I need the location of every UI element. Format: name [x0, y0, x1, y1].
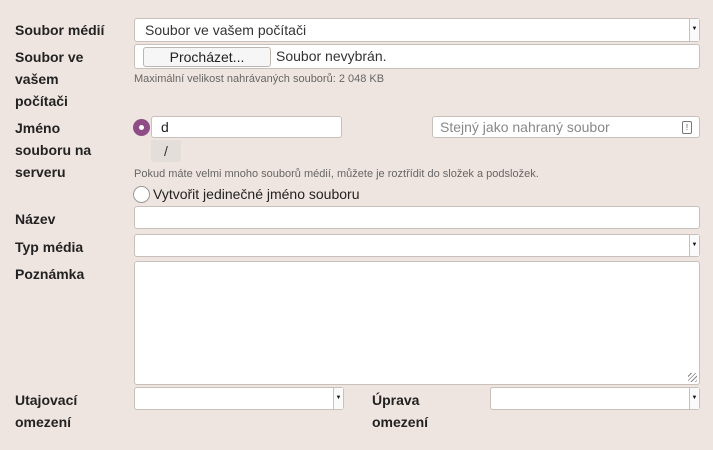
confidentiality-label-line1: Utajovací	[15, 392, 78, 408]
radio-folder-option[interactable]	[133, 119, 150, 136]
local-file-label-line1: Soubor ve	[15, 49, 84, 65]
local-file-label: Soubor ve vašem počítači	[15, 46, 83, 112]
title-input[interactable]	[134, 206, 700, 229]
folders-hint: Pokud máte velmi mnoho souborů médií, mů…	[134, 168, 539, 180]
note-label: Poznámka	[15, 266, 85, 282]
dropdown-arrow-icon: ▼	[333, 388, 343, 409]
media-type-select[interactable]: ▼	[134, 234, 700, 257]
editing-label-line2: omezení	[372, 414, 429, 430]
dropdown-arrow-icon: ▼	[689, 388, 699, 409]
media-source-select[interactable]: Soubor ve vašem počítači ▼	[134, 18, 700, 42]
editing-label: Úprava omezení	[372, 389, 428, 433]
media-type-label: Typ média	[15, 239, 84, 255]
resize-handle-icon[interactable]	[688, 373, 697, 382]
server-name-label-line3: serveru	[15, 164, 66, 180]
folder-separator: /	[151, 140, 181, 162]
editing-select[interactable]: ▼	[490, 387, 700, 410]
title-label: Název	[15, 211, 56, 227]
server-name-label-line2: souboru na	[15, 142, 92, 158]
editing-label-line1: Úprava	[372, 392, 420, 408]
dropdown-arrow-icon: ▼	[689, 235, 699, 256]
confidentiality-label: Utajovací omezení	[15, 389, 77, 433]
unique-name-label: Vytvořit jedinečné jméno souboru	[153, 186, 360, 202]
media-source-label: Soubor médií	[15, 22, 105, 38]
confidentiality-select[interactable]: ▼	[134, 387, 344, 410]
file-status: Soubor nevybrán.	[276, 48, 387, 64]
confidentiality-label-line2: omezení	[15, 414, 72, 430]
server-name-label-line1: Jméno	[15, 120, 61, 136]
radio-unique-option[interactable]	[133, 186, 150, 203]
file-upload-field[interactable]: Procházet... Soubor nevybrán.	[134, 44, 700, 69]
placeholder-info-icon: !	[682, 121, 692, 134]
folder-input[interactable]: d	[151, 116, 342, 138]
radio-checked-dot-icon	[139, 125, 144, 130]
filename-input[interactable]: Stejný jako nahraný soubor !	[432, 116, 700, 138]
dropdown-arrow-icon: ▼	[689, 19, 699, 41]
local-file-label-line2: vašem	[15, 71, 59, 87]
media-source-value: Soubor ve vašem počítači	[145, 22, 307, 38]
browse-button[interactable]: Procházet...	[143, 47, 271, 67]
max-size-hint: Maximální velikost nahrávaných souborů: …	[134, 73, 385, 85]
local-file-label-line3: počítači	[15, 93, 68, 109]
server-name-label: Jméno souboru na serveru	[15, 117, 91, 183]
filename-placeholder: Stejný jako nahraný soubor	[440, 119, 610, 135]
note-textarea[interactable]	[134, 261, 700, 385]
